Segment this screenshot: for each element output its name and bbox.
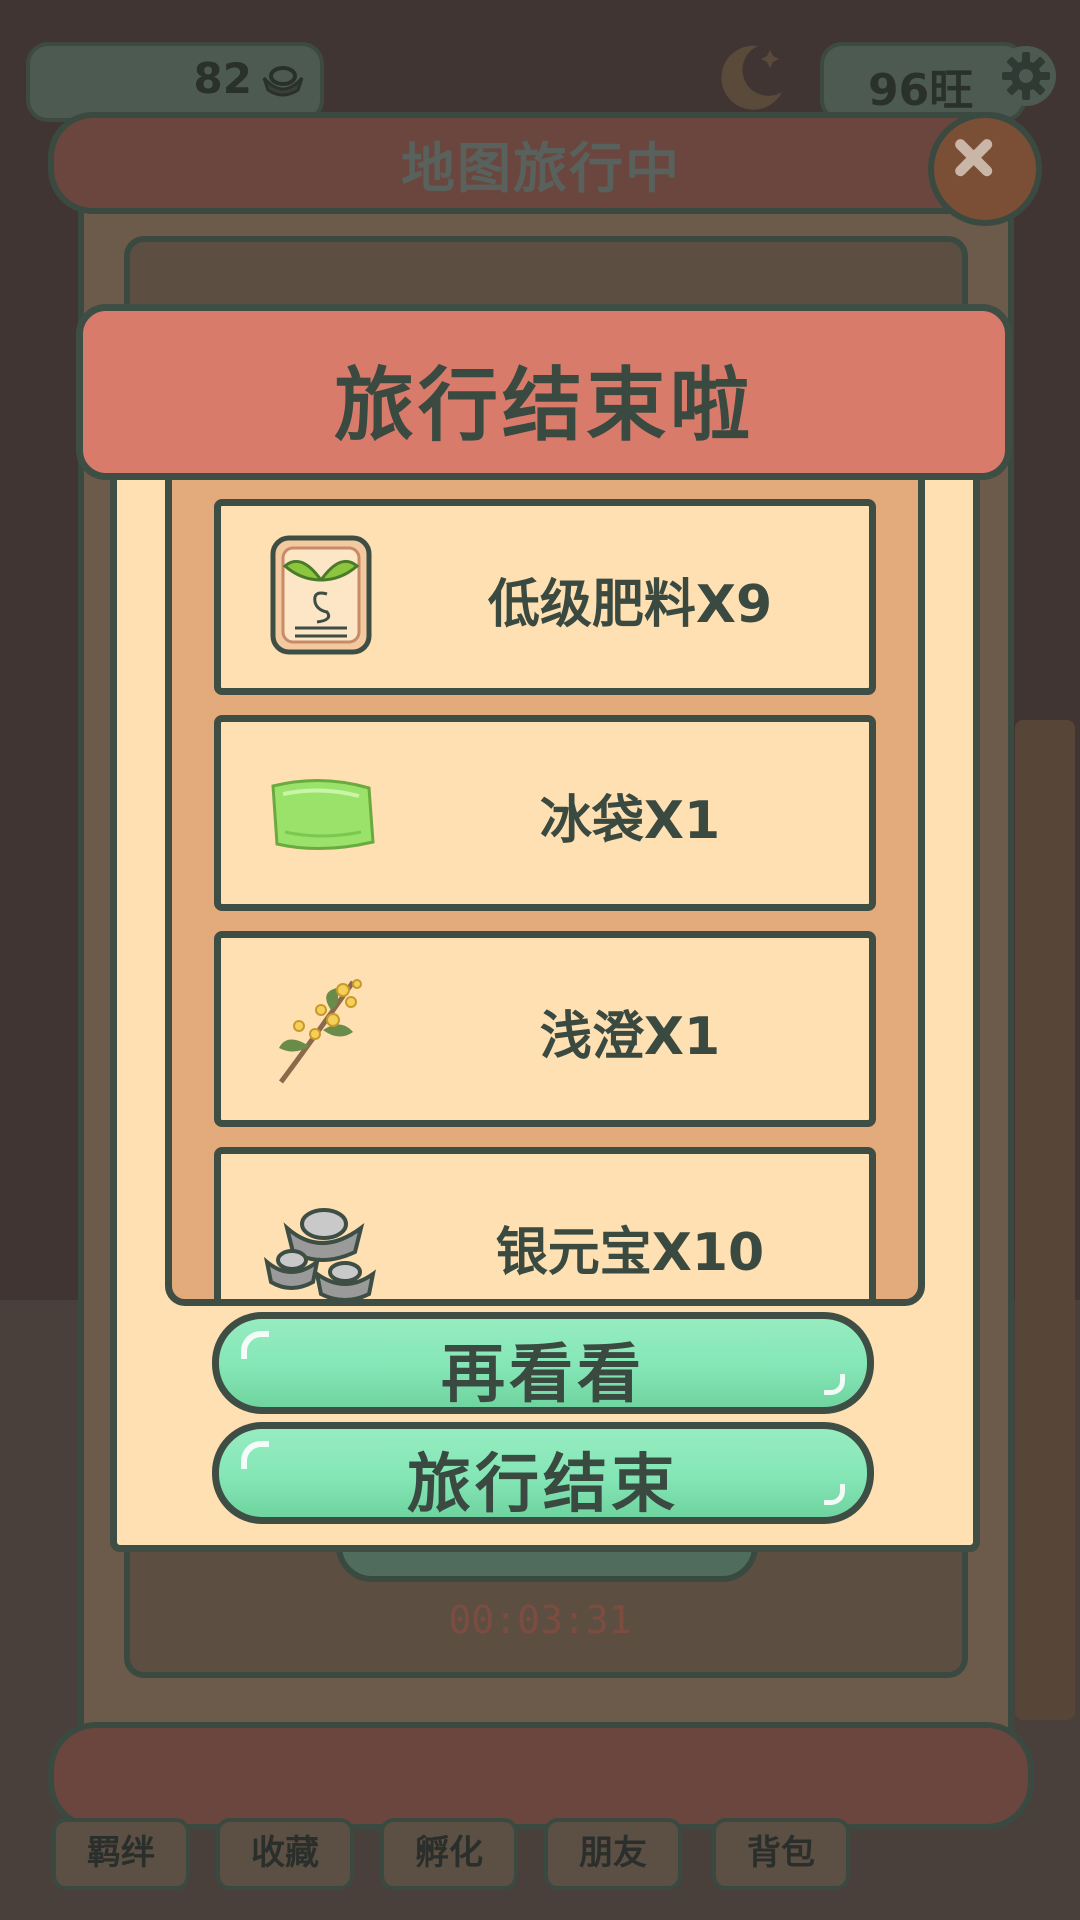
gear-icon[interactable]: [994, 44, 1058, 108]
background-shelf: [1015, 720, 1075, 1720]
close-icon: [955, 139, 993, 177]
close-button[interactable]: [928, 112, 1042, 226]
nav-hatch[interactable]: 孵化: [380, 1818, 518, 1890]
reward-label: 冰袋X1: [539, 791, 721, 851]
nav-bond[interactable]: 羁绊: [52, 1818, 190, 1890]
reward-label: 银元宝X10: [495, 1223, 765, 1283]
osmanthus-flower-icon: [278, 979, 362, 1084]
ice-bag-icon: [271, 779, 375, 850]
nav-backpack-label: 背包: [747, 1833, 815, 1873]
silver-ingot-icon: [263, 1208, 376, 1299]
wang-count: 96旺: [868, 65, 974, 116]
moon-icon: [721, 45, 782, 110]
reward-item: 浅澄X1: [214, 931, 876, 1127]
end-travel-button[interactable]: 旅行结束: [212, 1422, 874, 1524]
look-again-button[interactable]: 再看看: [212, 1312, 874, 1414]
reward-list[interactable]: 低级肥料X9 冰袋X1 浅澄X1 银元宝X10: [165, 472, 925, 1306]
nav-friends-label: 朋友: [579, 1833, 647, 1873]
map-travel-footer: [48, 1722, 1034, 1830]
silver-ingot-icon: [262, 66, 304, 97]
reward-item: 冰袋X1: [214, 715, 876, 911]
modal-header: 旅行结束啦: [76, 304, 1012, 480]
nav-collection-label: 收藏: [251, 1833, 319, 1873]
silver-count: 82: [193, 54, 252, 103]
fertilizer-bag-icon: [270, 535, 372, 655]
reward-item: 银元宝X10: [214, 1147, 876, 1299]
nav-friends[interactable]: 朋友: [544, 1818, 682, 1890]
nav-collection[interactable]: 收藏: [216, 1818, 354, 1890]
silver-counter: 82: [26, 42, 324, 122]
map-travel-titlebar: 地图旅行中: [48, 112, 1034, 214]
end-travel-label: 旅行结束: [407, 1448, 679, 1522]
reward-label: 浅澄X1: [539, 1007, 721, 1067]
travel-timer: 00:03:31: [448, 1598, 632, 1642]
nav-backpack[interactable]: 背包: [712, 1818, 850, 1890]
reward-item: 低级肥料X9: [214, 499, 876, 695]
map-travel-title: 地图旅行中: [401, 137, 681, 200]
look-again-label: 再看看: [441, 1338, 645, 1412]
nav-bond-label: 羁绊: [87, 1833, 155, 1873]
modal-title: 旅行结束啦: [334, 359, 754, 452]
nav-hatch-label: 孵化: [415, 1833, 483, 1873]
reward-label: 低级肥料X9: [487, 575, 773, 635]
